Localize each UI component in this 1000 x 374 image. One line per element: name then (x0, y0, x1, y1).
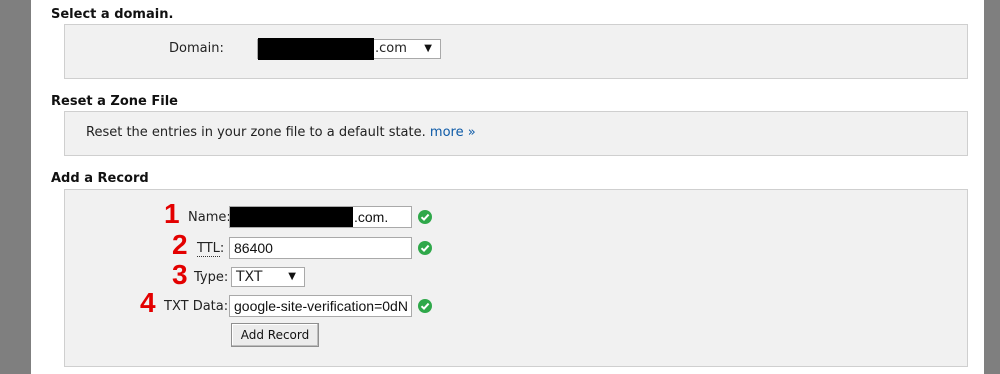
check-icon (418, 299, 432, 313)
more-link[interactable]: more » (430, 125, 476, 140)
name-label: Name: (188, 210, 231, 225)
annotation-2: 2 (172, 229, 188, 260)
page: Select a domain. Domain: .com ▼ Reset a … (31, 0, 984, 374)
ttl-colon: : (219, 241, 225, 256)
type-select-value: TXT (236, 269, 263, 285)
select-domain-heading: Select a domain. (51, 7, 174, 22)
reset-zone-panel: Reset the entries in your zone file to a… (64, 111, 968, 156)
txt-data-label: TXT Data: (164, 299, 229, 314)
ttl-abbr: TTL (197, 241, 220, 257)
add-record-panel: 1 Name: .com. 2 TTL: 86400 3 Type: TXT ▼… (64, 189, 968, 367)
reset-zone-heading: Reset a Zone File (51, 94, 178, 109)
name-suffix: .com. (354, 209, 389, 225)
domain-select-value: .com (375, 41, 407, 56)
name-input[interactable]: .com. (229, 206, 412, 228)
check-icon (418, 210, 432, 224)
add-record-heading: Add a Record (51, 171, 149, 186)
check-icon (418, 241, 432, 255)
ttl-label: TTL: (197, 241, 225, 257)
reset-zone-text: Reset the entries in your zone file to a… (86, 125, 476, 140)
type-select[interactable]: TXT ▼ (231, 267, 305, 287)
annotation-1: 1 (164, 198, 180, 229)
domain-select[interactable]: .com ▼ (257, 38, 441, 60)
chevron-down-icon: ▼ (288, 271, 296, 282)
txt-data-input[interactable]: google-site-verification=0dN (229, 295, 412, 317)
ttl-input[interactable]: 86400 (229, 237, 412, 259)
chevron-down-icon: ▼ (424, 43, 432, 54)
annotation-3: 3 (172, 259, 188, 290)
type-label: Type: (194, 270, 229, 285)
annotation-4: 4 (140, 287, 156, 318)
redacted-block (258, 38, 374, 60)
select-domain-panel: Domain: .com ▼ (64, 24, 968, 79)
domain-label: Domain: (169, 41, 224, 56)
redacted-block (230, 207, 353, 227)
add-record-button[interactable]: Add Record (231, 323, 319, 347)
reset-zone-description: Reset the entries in your zone file to a… (86, 125, 426, 140)
